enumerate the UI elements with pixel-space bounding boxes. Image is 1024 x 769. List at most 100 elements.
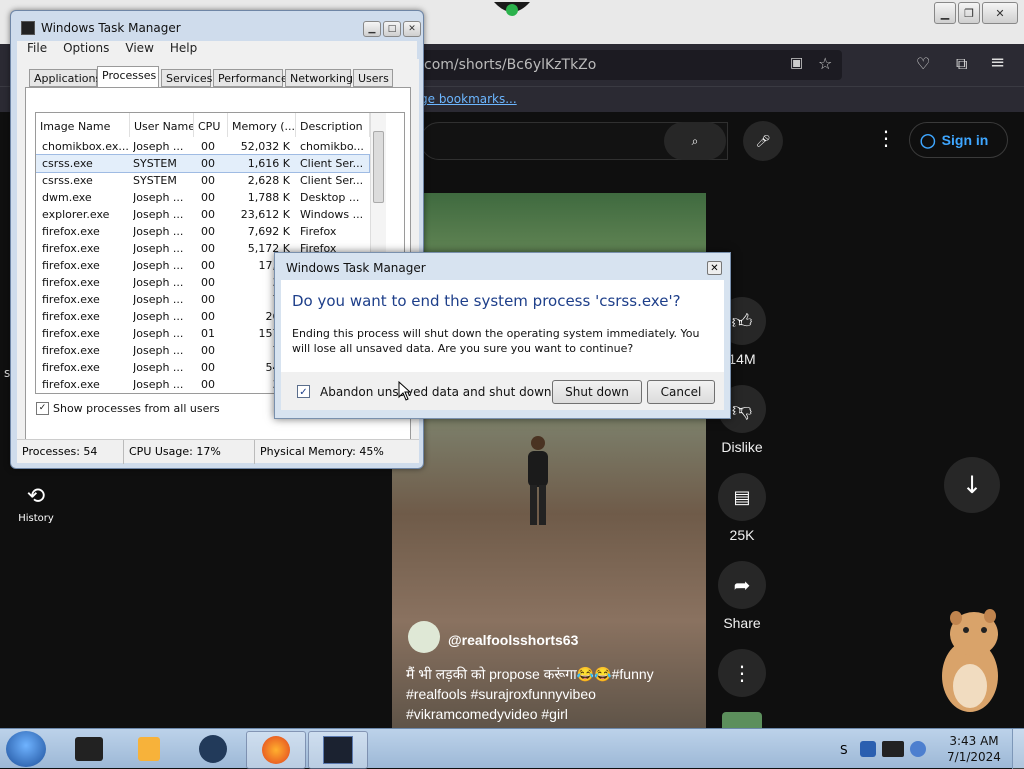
process-memory: 7,692 K bbox=[247, 225, 290, 238]
hamster-sticker-image bbox=[930, 604, 1010, 716]
sidebar-item-history[interactable]: ⟲ History bbox=[14, 484, 58, 524]
menu-help[interactable]: Help bbox=[170, 41, 197, 59]
video-person-figure bbox=[522, 433, 554, 533]
col-cpu[interactable]: CPU bbox=[194, 113, 228, 137]
process-memory: 23,612 K bbox=[240, 208, 290, 221]
cancel-button[interactable]: Cancel bbox=[647, 380, 715, 404]
show-desktop-button[interactable] bbox=[1012, 729, 1024, 769]
url-bar[interactable]: com/shorts/Bc6ylKzTkZo ▣ ☆ bbox=[406, 50, 842, 80]
more-actions-icon[interactable]: ⋮ bbox=[718, 649, 766, 697]
close-icon[interactable]: ✕ bbox=[982, 2, 1018, 24]
process-cpu: 00 bbox=[201, 310, 215, 323]
process-cpu: 00 bbox=[201, 174, 215, 187]
system-tray bbox=[860, 737, 940, 761]
extensions-icon[interactable]: ⧉ bbox=[956, 54, 967, 74]
bookmark-star-icon[interactable]: ☆ bbox=[818, 54, 832, 73]
abandon-data-checkbox[interactable]: ✓ bbox=[297, 385, 310, 398]
start-button-icon[interactable] bbox=[6, 731, 46, 767]
next-video-down-icon[interactable]: ↓ bbox=[944, 457, 1000, 513]
caption-line-3: #vikramcomedyvideo #girl bbox=[406, 706, 568, 722]
window-controls: ▁ ❐ ✕ bbox=[934, 2, 1018, 24]
col-image-name[interactable]: Image Name bbox=[36, 113, 130, 137]
tray-network-icon[interactable] bbox=[882, 741, 904, 757]
more-options-icon[interactable]: ⋮ bbox=[876, 126, 896, 150]
table-row[interactable]: csrss.exe SYSTEM 00 2,628 K Client Ser... bbox=[36, 172, 369, 189]
menu-options[interactable]: Options bbox=[63, 41, 109, 59]
show-all-checkbox[interactable]: ✓ bbox=[36, 402, 49, 415]
table-row[interactable]: dwm.exe Joseph ... 00 1,788 K Desktop ... bbox=[36, 189, 369, 206]
sign-in-button[interactable]: ◯ Sign in bbox=[909, 122, 1008, 158]
menu-icon[interactable]: ≡ bbox=[990, 52, 1005, 73]
tray-partial-label: S bbox=[840, 743, 848, 757]
process-user-name: Joseph ... bbox=[133, 225, 184, 238]
taskbar-media-player-icon[interactable] bbox=[120, 731, 178, 767]
taskbar-task-manager-icon[interactable] bbox=[308, 731, 368, 769]
process-cpu: 00 bbox=[201, 293, 215, 306]
process-user-name: Joseph ... bbox=[133, 242, 184, 255]
taskbar: S 3:43 AM 7/1/2024 bbox=[0, 728, 1024, 769]
minimize-icon[interactable]: ▁ bbox=[934, 2, 956, 24]
pocket-icon[interactable]: ♡ bbox=[916, 54, 930, 73]
manage-bookmarks-link[interactable]: ge bookmarks... bbox=[420, 92, 517, 106]
tab-services[interactable]: Services bbox=[161, 69, 212, 87]
comments-icon[interactable]: ▤ bbox=[718, 473, 766, 521]
channel-name[interactable]: @realfoolsshorts63 bbox=[448, 632, 578, 648]
dialog-heading: Do you want to end the system process 'c… bbox=[292, 292, 681, 310]
scrollbar-thumb[interactable] bbox=[373, 131, 384, 203]
sign-in-label: Sign in bbox=[941, 132, 989, 148]
restore-icon[interactable]: ❐ bbox=[958, 2, 980, 24]
table-row[interactable]: explorer.exe Joseph ... 00 23,612 K Windows … bbox=[36, 206, 369, 223]
tab-processes[interactable]: Processes bbox=[97, 66, 159, 88]
channel-avatar[interactable] bbox=[408, 621, 440, 653]
tray-action-center-icon[interactable] bbox=[910, 741, 926, 757]
shut-down-button[interactable]: Shut down bbox=[552, 380, 642, 404]
process-cpu: 00 bbox=[201, 225, 215, 238]
show-all-users-row[interactable]: ✓ Show processes from all users bbox=[36, 402, 220, 415]
process-cpu: 00 bbox=[201, 276, 215, 289]
maximize-icon[interactable]: □ bbox=[383, 21, 401, 37]
reader-view-icon[interactable]: ▣ bbox=[790, 55, 803, 71]
process-image-name: firefox.exe bbox=[42, 276, 100, 289]
tab-networking[interactable]: Networking bbox=[285, 69, 353, 87]
process-user-name: Joseph ... bbox=[133, 361, 184, 374]
tab-applications[interactable]: Applications bbox=[29, 69, 101, 87]
taskbar-terminal-icon[interactable] bbox=[60, 731, 118, 767]
clock-time: 3:43 AM bbox=[949, 734, 999, 748]
menu-file[interactable]: File bbox=[27, 41, 47, 59]
mouse-cursor-icon bbox=[398, 380, 412, 401]
microphone-icon[interactable]: 🎤︎ bbox=[743, 121, 783, 161]
col-user-name[interactable]: User Name bbox=[130, 113, 194, 137]
share-icon[interactable]: ➦ bbox=[718, 561, 766, 609]
menu-view[interactable]: View bbox=[125, 41, 153, 59]
process-memory: 2,628 K bbox=[247, 174, 290, 187]
process-image-name: firefox.exe bbox=[42, 344, 100, 357]
tray-shield-icon[interactable] bbox=[860, 741, 876, 757]
taskbar-globe-icon[interactable] bbox=[184, 731, 242, 767]
dialog-close-icon[interactable]: ✕ bbox=[707, 261, 722, 275]
table-row[interactable]: csrss.exe SYSTEM 00 1,616 K Client Ser... bbox=[36, 154, 370, 173]
process-user-name: Joseph ... bbox=[133, 344, 184, 357]
task-manager-title: Windows Task Manager bbox=[41, 21, 181, 35]
taskbar-firefox-icon[interactable] bbox=[246, 731, 306, 769]
table-row[interactable]: firefox.exe Joseph ... 00 7,692 K Firefox bbox=[36, 223, 369, 240]
search-icon[interactable]: ⌕ bbox=[664, 122, 726, 160]
process-description: Client Ser... bbox=[300, 157, 364, 170]
col-memory[interactable]: Memory (... bbox=[228, 113, 296, 137]
process-cpu: 01 bbox=[201, 327, 215, 340]
clock[interactable]: 3:43 AM 7/1/2024 bbox=[944, 733, 1004, 765]
url-text: com/shorts/Bc6ylKzTkZo bbox=[424, 57, 597, 73]
table-row[interactable]: chomikbox.ex... Joseph ... 00 52,032 K chomi… bbox=[36, 138, 369, 155]
task-manager-menu-bar: File Options View Help bbox=[17, 41, 417, 59]
browser-logo-icon bbox=[490, 0, 534, 18]
close-icon[interactable]: ✕ bbox=[403, 21, 421, 37]
tab-users[interactable]: Users bbox=[353, 69, 393, 87]
process-cpu: 00 bbox=[201, 140, 215, 153]
status-cpu: CPU Usage: 17% bbox=[129, 445, 221, 458]
history-label: History bbox=[18, 513, 54, 524]
process-cpu: 00 bbox=[201, 361, 215, 374]
process-image-name: firefox.exe bbox=[42, 327, 100, 340]
minimize-icon[interactable]: ▁ bbox=[363, 21, 381, 37]
col-description[interactable]: Description bbox=[296, 113, 370, 137]
tab-performance[interactable]: Performance bbox=[213, 69, 288, 87]
process-user-name: Joseph ... bbox=[133, 276, 184, 289]
